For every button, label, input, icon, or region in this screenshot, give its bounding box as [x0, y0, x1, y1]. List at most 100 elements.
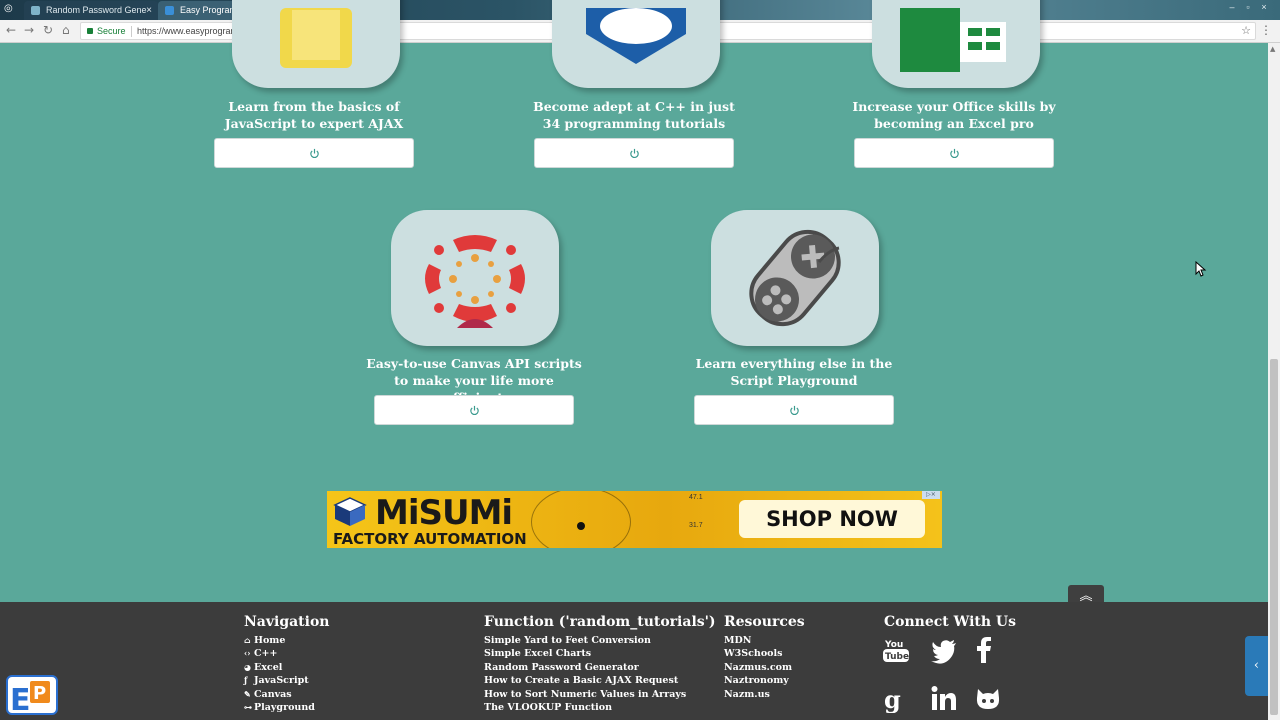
tab-random-password[interactable]: Random Password Gene ×: [24, 1, 158, 20]
shop-now-button[interactable]: SHOP NOW >>>: [739, 500, 925, 548]
tab-favicon-icon: [31, 6, 40, 15]
svg-text:E: E: [10, 683, 31, 713]
excel-card-icon[interactable]: [872, 0, 1040, 88]
chevron-left-icon: ‹: [1253, 658, 1260, 673]
js-icon: ƒ: [244, 675, 248, 686]
brush-icon: ✎: [244, 688, 251, 699]
footer-nav-label: Playground: [254, 702, 315, 714]
github-icon[interactable]: [974, 685, 1002, 713]
back-icon[interactable]: ←: [6, 23, 16, 37]
gamepad-icon: ⊶: [244, 702, 252, 713]
ad-choices-icon[interactable]: ▷×: [922, 491, 940, 499]
canvas-logo-icon: [425, 235, 525, 328]
footer-nav-label: C++: [254, 648, 278, 660]
footer-connect-heading: Connect With Us: [884, 614, 1017, 630]
playground-open-button[interactable]: [694, 395, 894, 425]
forward-icon[interactable]: →: [24, 23, 34, 37]
footer-nav-javascript[interactable]: ƒ JavaScript: [244, 674, 329, 687]
easy-programming-logo[interactable]: E P: [6, 675, 58, 718]
cpp-logo-icon: [586, 8, 686, 64]
footer-function-link[interactable]: How to Sort Numeric Values in Arrays: [484, 688, 716, 701]
svg-text:P: P: [33, 683, 46, 704]
ad-number: 47.1: [689, 494, 703, 501]
ad-dial-graphic: [531, 491, 631, 548]
code-icon: ‹›: [244, 648, 251, 659]
gamepad-icon: [749, 229, 841, 327]
footer-resources: Resources MDN W3Schools Nazmus.com Naztr…: [724, 614, 805, 701]
footer-navigation-heading: Navigation: [244, 614, 330, 630]
misumi-ad-banner[interactable]: MiSUMi FACTORY AUTOMATION 47.1 31.7 SHOP…: [327, 491, 942, 548]
excel-open-button[interactable]: [854, 138, 1054, 168]
reload-icon[interactable]: ↻: [43, 23, 53, 37]
footer-nav-home[interactable]: ⌂ Home: [244, 634, 329, 647]
footer-functions-heading: Function ('random_tutorials'): [484, 614, 716, 630]
home-icon[interactable]: ⌂: [62, 23, 70, 37]
tab-favicon-icon: [165, 6, 174, 15]
power-icon: [310, 148, 319, 159]
footer-functions: Function ('random_tutorials') Simple Yar…: [484, 614, 716, 714]
footer-connect: Connect With Us: [884, 614, 1016, 634]
ad-dial-dot: [577, 522, 585, 530]
javascript-open-button[interactable]: [214, 138, 414, 168]
power-icon: [790, 405, 799, 416]
svg-text:You: You: [884, 640, 903, 650]
ad-subtitle: FACTORY AUTOMATION: [333, 530, 527, 548]
javascript-card-description: Learn from the basics of JavaScript to e…: [224, 99, 404, 131]
page-scrollbar[interactable]: ▲: [1268, 43, 1280, 720]
mouse-cursor-icon: [1195, 261, 1207, 277]
footer-nav-excel[interactable]: ◕ Excel: [244, 661, 329, 674]
footer-resource-link[interactable]: MDN: [724, 634, 805, 647]
power-icon: [950, 148, 959, 159]
browser-menu-icon[interactable]: ◎: [4, 3, 17, 16]
cpp-open-button[interactable]: [534, 138, 734, 168]
lock-icon: [87, 28, 93, 34]
footer-resource-link[interactable]: Naztronomy: [724, 674, 805, 687]
footer-resources-heading: Resources: [724, 614, 805, 630]
footer-function-link[interactable]: Simple Yard to Feet Conversion: [484, 634, 716, 647]
footer-navigation: Navigation ⌂ Home ‹› C++ ◕ Excel ƒ JavaScrip…: [244, 614, 329, 714]
footer-nav-label: Excel: [254, 661, 283, 673]
canvas-card-icon[interactable]: [391, 210, 559, 346]
svg-text:Tube: Tube: [885, 652, 909, 662]
window-controls: – ▫ ×: [1224, 2, 1272, 12]
close-window-icon[interactable]: ×: [1256, 2, 1272, 12]
footer-resource-link[interactable]: Nazmus.com: [724, 661, 805, 674]
pie-chart-icon: ◕: [244, 661, 251, 672]
footer-function-link[interactable]: The VLOOKUP Function: [484, 701, 716, 714]
bookmark-star-icon[interactable]: ☆: [1241, 24, 1251, 37]
facebook-icon[interactable]: [970, 636, 998, 664]
playground-card-description: Learn everything else in the Script Play…: [695, 356, 893, 388]
footer-nav-playground[interactable]: ⊶ Playground: [244, 701, 329, 714]
youtube-icon[interactable]: You Tube: [882, 636, 910, 664]
side-panel-toggle[interactable]: ‹: [1245, 636, 1268, 696]
scroll-up-icon[interactable]: ▲: [1270, 45, 1275, 53]
ad-brand: MiSUMi: [375, 493, 513, 533]
secure-indicator[interactable]: Secure: [87, 26, 126, 36]
maximize-icon[interactable]: ▫: [1240, 2, 1256, 12]
browser-more-icon[interactable]: ⋮: [1260, 23, 1272, 37]
minimize-icon[interactable]: –: [1224, 2, 1240, 12]
google-plus-icon[interactable]: g: [880, 685, 908, 713]
ep-logo-icon: E P: [10, 681, 50, 718]
footer-function-link[interactable]: Simple Excel Charts: [484, 647, 716, 660]
svg-text:g: g: [884, 685, 901, 713]
secure-label: Secure: [97, 26, 126, 36]
footer-function-link[interactable]: How to Create a Basic AJAX Request: [484, 674, 716, 687]
cpp-card-description: Become adept at C++ in just 34 programmi…: [533, 99, 735, 131]
close-tab-icon[interactable]: ×: [146, 1, 152, 20]
footer-function-link[interactable]: Random Password Generator: [484, 661, 716, 674]
javascript-logo-icon: [280, 8, 352, 68]
scrollbar-thumb[interactable]: [1270, 359, 1278, 715]
cpp-card-icon[interactable]: [552, 0, 720, 88]
power-icon: [470, 405, 479, 416]
footer-nav-cpp[interactable]: ‹› C++: [244, 647, 329, 660]
linkedin-icon[interactable]: [930, 685, 958, 713]
twitter-icon[interactable]: [930, 636, 958, 664]
footer-resource-link[interactable]: W3Schools: [724, 647, 805, 660]
javascript-card-icon[interactable]: [232, 0, 400, 88]
footer-resource-link[interactable]: Nazm.us: [724, 688, 805, 701]
playground-card-icon[interactable]: [711, 210, 879, 346]
footer-nav-canvas[interactable]: ✎ Canvas: [244, 688, 329, 701]
canvas-open-button[interactable]: [374, 395, 574, 425]
excel-card-description: Increase your Office skills by becoming …: [852, 99, 1056, 131]
